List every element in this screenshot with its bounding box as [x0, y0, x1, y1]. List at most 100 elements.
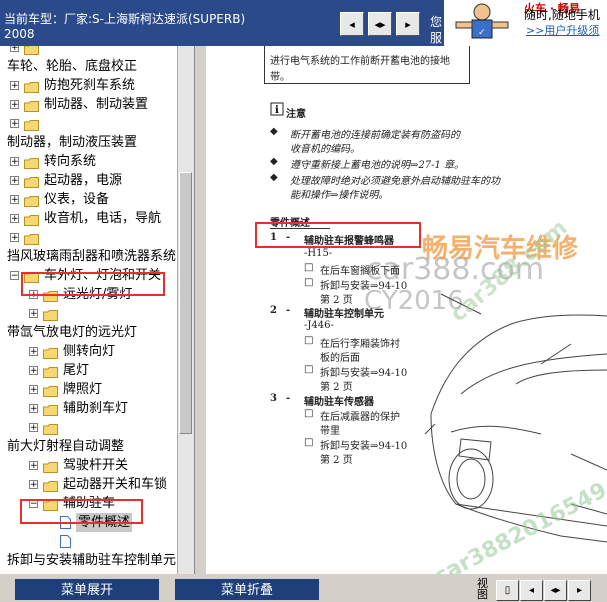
tree-item-label: 尾灯 — [63, 363, 90, 378]
view-button-1[interactable]: ▯ — [496, 580, 519, 601]
collapse-icon[interactable]: − — [10, 271, 19, 281]
expand-icon[interactable]: + — [29, 404, 38, 414]
folder-icon — [24, 80, 39, 93]
bullet-1-line2: 收音机的编码。 — [290, 144, 360, 155]
expand-icon[interactable]: + — [10, 176, 19, 186]
next-button[interactable]: ▸ — [396, 12, 420, 36]
next-icon: ▸ — [405, 17, 411, 31]
tree-item-label: 牌照灯 — [63, 382, 103, 397]
view-right-icon: ▸ — [576, 585, 583, 596]
part-2-number: 2 — [270, 305, 277, 316]
expand-icon[interactable]: + — [10, 233, 19, 243]
tree-item[interactable]: + 防抱死刹车系统 — [0, 76, 177, 95]
expand-icon[interactable]: + — [10, 81, 19, 91]
expand-menu-button[interactable]: 菜单展开 — [14, 578, 160, 601]
top-note-line2: 带。 — [270, 72, 290, 83]
folder-icon — [24, 156, 39, 169]
tree-item-label: 驾驶杆开关 — [63, 458, 129, 473]
expand-icon[interactable]: + — [10, 157, 19, 167]
view-button-4[interactable]: ▸ — [568, 580, 591, 601]
part-2-ref[interactable]: 拆卸与安装⇒94-10 — [320, 364, 407, 379]
tree-item[interactable]: + — [0, 418, 177, 437]
tree-item-label: 带氙气放电灯的远光灯 — [7, 325, 138, 340]
tree-item[interactable]: + — [0, 304, 177, 323]
menu-tree[interactable]: + 车轮、轮胎、底盘校正 + 防抱死刹车系统 + 制动器、制动装置 + 制动器，制动液压装置 +… — [0, 46, 177, 574]
folder-icon — [43, 384, 58, 397]
tree-item[interactable]: + 驾驶杆开关 — [0, 456, 177, 475]
folder-icon — [43, 346, 58, 359]
tree-item[interactable]: + — [0, 46, 177, 57]
part-3-name: 辅助驻车传感器 — [304, 397, 374, 408]
view-button-3[interactable]: ◂▸ — [544, 580, 567, 601]
tree-item[interactable]: 拆卸与安装辅助驻车控制单元 — [0, 551, 177, 570]
folder-icon — [43, 422, 58, 435]
tree-item[interactable]: + — [0, 228, 177, 247]
tree-item[interactable]: + 起动器开关和车锁 — [0, 475, 177, 494]
bullet-1-line1: 断开蓄电池的连接前确定装有防盗码的 — [290, 130, 460, 141]
expand-icon[interactable]: + — [10, 100, 19, 110]
tree-scrollbar-thumb[interactable] — [179, 172, 192, 434]
bullet-3-line2: 能和操作⇒操作说明。 — [290, 190, 389, 201]
svg-text:✓: ✓ — [478, 28, 486, 38]
tree-item-label: 制动器，制动液压装置 — [7, 135, 138, 150]
document-pane: 进行电气系统的工作前断开蓄电池的接地 带。 i 注意 ◆ 断开蓄电池的连接前确定… — [206, 46, 607, 574]
expand-icon[interactable]: + — [29, 347, 38, 357]
part-2-page: 第 2 页 — [320, 382, 353, 393]
tree-item-label: 辅助刹车灯 — [63, 401, 129, 416]
folder-icon — [24, 213, 39, 226]
part-1-page: 第 2 页 — [320, 295, 353, 306]
part-3-location: 在后减震器的保护 — [320, 412, 400, 423]
tree-item[interactable]: + 收音机，电话，导航 — [0, 209, 177, 228]
part-3-page: 第 2 页 — [320, 455, 353, 466]
part-3-ref[interactable]: 拆卸与安装⇒94-10 — [320, 437, 407, 452]
expand-icon[interactable]: + — [29, 366, 38, 376]
part-3-location-2: 带里 — [320, 426, 340, 437]
tree-item[interactable]: + 辅助刹车灯 — [0, 399, 177, 418]
collapse-menu-button[interactable]: 菜单折叠 — [174, 578, 320, 601]
tree-item[interactable]: + 仪表，设备 — [0, 190, 177, 209]
tree-item-label: 起动器，电源 — [44, 173, 123, 188]
bullet-icon: ◆ — [270, 156, 278, 167]
view-split-icon: ◂▸ — [550, 585, 561, 596]
expand-icon[interactable]: + — [29, 309, 38, 319]
expand-icon[interactable]: + — [29, 461, 38, 471]
tree-item[interactable]: 挡风玻璃雨刮器和喷洗器系统 — [0, 247, 177, 266]
tree-item-label: 收音机，电话，导航 — [44, 211, 162, 226]
expand-icon[interactable]: + — [10, 214, 19, 224]
tree-item[interactable]: 车轮、轮胎、底盘校正 — [0, 57, 177, 76]
folder-icon — [24, 194, 39, 207]
tree-item[interactable] — [0, 532, 177, 551]
prev-icon: ◂ — [349, 17, 355, 31]
view-button-2[interactable]: ◂ — [520, 580, 543, 601]
tree-item[interactable]: + 尾灯 — [0, 361, 177, 380]
folder-icon — [24, 232, 39, 245]
tree-item[interactable]: + — [0, 114, 177, 133]
tree-item[interactable]: 前大灯射程自动调整 — [0, 437, 177, 456]
expand-icon[interactable]: + — [10, 119, 19, 129]
ad-upgrade-link[interactable]: >>用户升级须 — [526, 22, 599, 38]
tree-item[interactable]: + 牌照灯 — [0, 380, 177, 399]
bullet-icon: ◆ — [270, 126, 278, 137]
view-left-icon: ◂ — [528, 585, 535, 596]
expand-icon[interactable]: + — [10, 195, 19, 205]
part-3-number: 3 — [270, 393, 277, 404]
tree-item[interactable]: + 制动器、制动装置 — [0, 95, 177, 114]
expand-icon[interactable]: + — [29, 480, 38, 490]
tree-item[interactable]: 制动器，制动液压装置 — [0, 133, 177, 152]
part-2-ref-icon: □ — [304, 364, 314, 375]
tree-item-label: 前大灯射程自动调整 — [7, 439, 125, 454]
pane-splitter[interactable] — [194, 46, 206, 574]
ad-line1: 随时,随地手机 — [524, 8, 600, 22]
prev-button[interactable]: ◂ — [340, 12, 364, 36]
expand-icon[interactable]: + — [29, 385, 38, 395]
tree-item[interactable]: + 起动器，电源 — [0, 171, 177, 190]
part-1-loc-icon: □ — [304, 262, 314, 273]
svg-text:i: i — [275, 105, 279, 116]
expand-icon[interactable]: + — [29, 423, 38, 433]
top-note-line1: 进行电气系统的工作前断开蓄电池的接地 — [270, 56, 450, 67]
tree-item[interactable]: 带氙气放电灯的远光灯 — [0, 323, 177, 342]
expand-icon[interactable]: + — [10, 46, 19, 53]
tree-item[interactable]: + 侧转向灯 — [0, 342, 177, 361]
switch-button[interactable]: ◂▸ — [368, 12, 392, 36]
tree-item[interactable]: + 转向系统 — [0, 152, 177, 171]
